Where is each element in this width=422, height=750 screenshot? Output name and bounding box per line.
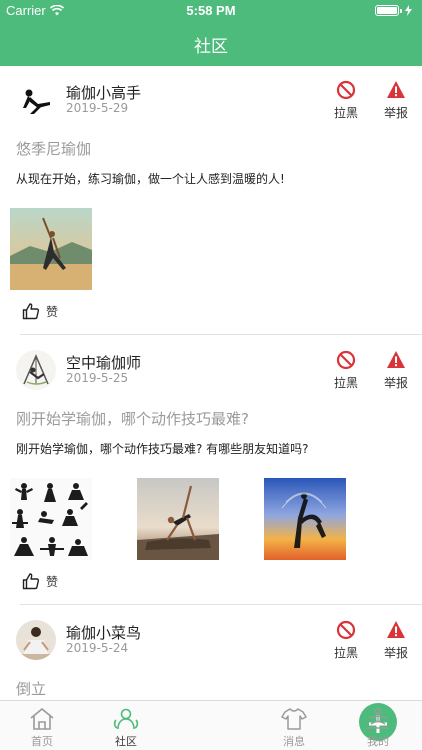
post-body: 从现在开始，练习瑜伽，做一个让人感到温暖的人! (16, 172, 285, 186)
block-user-button[interactable]: 拉黑 (326, 620, 366, 661)
block-label: 拉黑 (333, 376, 358, 390)
post-photo[interactable] (264, 478, 346, 560)
tab-add-post[interactable] (168, 701, 397, 750)
tab-messages[interactable]: 消息 (252, 701, 336, 750)
report-label: 举报 (383, 376, 408, 390)
warning-icon (387, 351, 405, 368)
report-label: 举报 (383, 646, 408, 660)
avatar[interactable] (16, 350, 56, 390)
report-button[interactable]: 举报 (376, 350, 416, 391)
tab-profile[interactable]: 我的 (336, 701, 420, 750)
tab-label: 消息 (283, 735, 305, 748)
report-button[interactable]: 举报 (376, 620, 416, 661)
post-date: 2019-5-24 (66, 641, 129, 655)
post-title[interactable]: 倒立 (16, 678, 46, 699)
post-username[interactable]: 瑜伽小高手 (66, 82, 141, 103)
house-icon (30, 708, 54, 730)
block-label: 拉黑 (333, 646, 358, 660)
post-title[interactable]: 刚开始学瑜伽，哪个动作技巧最难? (16, 408, 249, 429)
battery-icon (375, 5, 412, 16)
post-card: 瑜伽小高手 2019-5-29 拉黑 举报 悠季尼瑜伽 从现在开始，练习瑜伽，做… (0, 66, 422, 336)
post-photo[interactable] (10, 478, 92, 560)
community-feed[interactable]: 瑜伽小高手 2019-5-29 拉黑 举报 悠季尼瑜伽 从现在开始，练习瑜伽，做… (0, 66, 422, 700)
post-photo[interactable] (137, 478, 219, 560)
block-icon (336, 350, 356, 370)
block-user-button[interactable]: 拉黑 (326, 350, 366, 391)
post-divider (20, 604, 422, 605)
tab-label: 我的 (367, 735, 389, 748)
post-card: 瑜伽小菜鸟 2019-5-24 拉黑 举报 倒立 (0, 606, 422, 700)
post-title[interactable]: 悠季尼瑜伽 (16, 138, 91, 159)
post-username[interactable]: 瑜伽小菜鸟 (66, 622, 141, 643)
thumbs-up-icon (22, 573, 40, 590)
tab-label: 首页 (31, 735, 53, 748)
post-photo[interactable] (10, 208, 92, 290)
charging-bolt-icon (405, 5, 412, 16)
status-bar: Carrier 5:58 PM (0, 0, 422, 22)
post-body: 刚开始学瑜伽，哪个动作技巧最难? 有哪些朋友知道吗? (16, 442, 309, 456)
like-button[interactable]: 赞 (22, 302, 58, 320)
tab-label: 社区 (115, 735, 137, 748)
status-time: 5:58 PM (186, 3, 236, 18)
tab-community[interactable]: 社区 (84, 701, 168, 750)
avatar[interactable] (16, 620, 56, 660)
warning-icon (387, 81, 405, 98)
like-label: 赞 (46, 574, 59, 589)
post-card: 空中瑜伽师 2019-5-25 拉黑 举报 刚开始学瑜伽，哪个动作技巧最难? 刚… (0, 336, 422, 606)
community-icon (113, 708, 139, 730)
tshirt-icon (281, 708, 307, 730)
post-divider (20, 334, 422, 335)
tab-bar: 首页 社区 消息 我的 (0, 700, 422, 750)
report-button[interactable]: 举报 (376, 80, 416, 121)
warning-icon (387, 621, 405, 638)
block-label: 拉黑 (333, 106, 358, 120)
thumbs-up-icon (22, 303, 40, 320)
block-icon (336, 620, 356, 640)
like-button[interactable]: 赞 (22, 572, 58, 590)
block-user-button[interactable]: 拉黑 (326, 80, 366, 121)
post-date: 2019-5-25 (66, 371, 129, 385)
meditation-icon (367, 707, 389, 729)
avatar[interactable] (16, 80, 56, 120)
tab-home[interactable]: 首页 (0, 701, 84, 750)
page-title: 社区 (194, 36, 228, 57)
like-label: 赞 (46, 304, 59, 319)
post-username[interactable]: 空中瑜伽师 (66, 352, 141, 373)
report-label: 举报 (383, 106, 408, 120)
block-icon (336, 80, 356, 100)
navigation-bar: 社区 (0, 22, 422, 66)
post-date: 2019-5-29 (66, 101, 129, 115)
